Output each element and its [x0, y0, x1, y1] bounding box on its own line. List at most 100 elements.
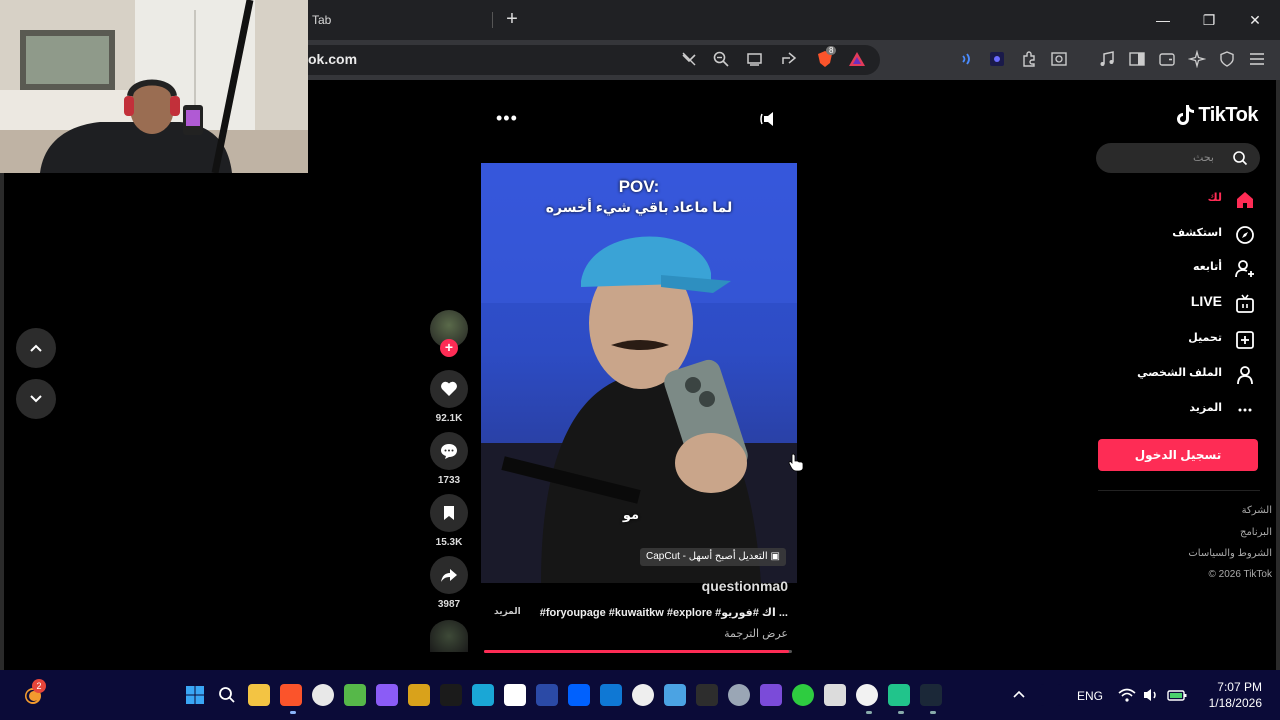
upwork-icon[interactable] — [792, 684, 814, 706]
tab-search-icon[interactable] — [1048, 48, 1070, 70]
video-progress-fill — [484, 650, 789, 653]
system-clock[interactable]: 7:07 PM 1/18/2026 — [1196, 679, 1262, 711]
snipping-tool-icon[interactable] — [824, 684, 846, 706]
running-app-indicator — [898, 711, 904, 714]
video-in-text: مو — [622, 507, 640, 522]
nav-explore[interactable]: استكشف — [1100, 220, 1260, 250]
file-explorer-icon[interactable] — [248, 684, 270, 706]
tray-overflow-chevron-icon[interactable] — [1008, 684, 1030, 706]
save-count: 15.3K — [435, 537, 463, 548]
more-icon — [1238, 408, 1252, 412]
clock-time: 7:07 PM — [1217, 680, 1262, 694]
save-button[interactable] — [430, 494, 468, 532]
language-indicator[interactable]: ENG — [1077, 689, 1103, 703]
nav-explore-label: استكشف — [1172, 227, 1222, 239]
previous-video-button[interactable] — [16, 328, 56, 368]
leo-ai-icon[interactable] — [1186, 48, 1208, 70]
video-progress-bar[interactable] — [484, 650, 792, 653]
search-icon[interactable] — [1232, 150, 1248, 166]
maximize-button[interactable]: ❐ — [1194, 8, 1224, 32]
vpn-shield-icon[interactable] — [1216, 48, 1238, 70]
new-tab-button[interactable]: + — [502, 8, 522, 32]
photos-icon[interactable] — [664, 684, 686, 706]
battery-icon[interactable] — [1166, 684, 1188, 706]
app-green-icon[interactable] — [344, 684, 366, 706]
footer-program-link[interactable]: البرنامج — [1240, 527, 1272, 538]
bitwarden-icon[interactable] — [536, 684, 558, 706]
follow-button[interactable]: + — [440, 339, 458, 357]
wallet-icon[interactable] — [1156, 48, 1178, 70]
like-button[interactable] — [430, 370, 468, 408]
comment-count: 1733 — [437, 475, 461, 486]
capcut-label[interactable]: CapCut - التعديل أصبح أسهل ▣ — [640, 548, 786, 566]
menu-hamburger-icon[interactable] — [1246, 48, 1268, 70]
outlook-icon[interactable] — [600, 684, 622, 706]
sound-icon[interactable] — [760, 108, 782, 130]
nav-following[interactable]: أتابعه — [1100, 254, 1260, 284]
volume-icon[interactable] — [1140, 684, 1162, 706]
gamepad-icon[interactable] — [376, 684, 398, 706]
search-input[interactable]: بحث — [1096, 143, 1260, 173]
tray-app-icon[interactable] — [1040, 684, 1062, 706]
webcam-overlay — [0, 0, 308, 173]
settings-gear-app-icon[interactable] — [632, 684, 654, 706]
cast-icon[interactable] — [744, 48, 766, 70]
video-player[interactable]: POV: لما ماعاد باقي شيء أخسره مو — [481, 163, 797, 583]
footer-terms-link[interactable]: الشروط والسياسات — [1188, 548, 1272, 559]
obs-icon[interactable] — [312, 684, 334, 706]
next-creator-avatar[interactable] — [430, 620, 468, 652]
viewport-border-right — [1276, 80, 1280, 670]
dropbox-icon[interactable] — [568, 684, 590, 706]
next-video-button[interactable] — [16, 379, 56, 419]
browser-tab[interactable]: Tab — [300, 6, 492, 36]
login-button[interactable]: تسجيل الدخول — [1098, 439, 1258, 471]
capcut-text: CapCut - التعديل أصبح أسهل — [646, 551, 768, 562]
share-icon[interactable] — [778, 48, 800, 70]
wifi-icon[interactable] — [1116, 684, 1138, 706]
author-username[interactable]: questionma0 — [600, 578, 788, 594]
nav-upload[interactable]: تحميل — [1100, 325, 1260, 355]
nav-live[interactable]: LIVE — [1100, 289, 1260, 319]
share-video-button[interactable] — [430, 556, 468, 594]
app-teal-icon[interactable] — [888, 684, 910, 706]
discord-icon[interactable] — [760, 684, 782, 706]
user-plus-icon — [1235, 260, 1254, 278]
comment-icon — [441, 444, 457, 459]
sidebar-toggle-icon[interactable] — [1126, 48, 1148, 70]
webcam-image — [0, 0, 308, 173]
brave-browser-icon[interactable] — [280, 684, 302, 706]
caption-more-link[interactable]: المزيد — [494, 606, 521, 617]
comment-button[interactable] — [430, 432, 468, 470]
settings-icon[interactable] — [728, 684, 750, 706]
compass-icon — [1236, 226, 1254, 244]
zoom-icon[interactable] — [710, 48, 732, 70]
audio-wave-icon[interactable] — [956, 48, 978, 70]
bookmark-icon — [444, 506, 454, 520]
steam-icon[interactable] — [920, 684, 942, 706]
terminal-dark-icon[interactable] — [440, 684, 462, 706]
nav-profile[interactable]: الملف الشخصي — [1100, 360, 1260, 390]
tiktok-logo[interactable]: TikTok — [1158, 102, 1258, 128]
close-window-button[interactable]: ✕ — [1240, 8, 1270, 32]
taskbar-search-icon[interactable] — [216, 684, 238, 706]
app-yellow-icon[interactable] — [408, 684, 430, 706]
minimize-button[interactable]: — — [1148, 8, 1178, 32]
brave-rewards-icon[interactable] — [846, 48, 868, 70]
heart-icon — [441, 381, 457, 396]
reader-off-icon[interactable] — [678, 48, 700, 70]
media-music-icon[interactable] — [1096, 48, 1118, 70]
footer-copyright: © 2026 TikTok — [1208, 569, 1272, 580]
extensions-puzzle-icon[interactable] — [1018, 48, 1040, 70]
extension-dark-icon[interactable] — [986, 48, 1008, 70]
see-translation-link[interactable]: عرض الترجمة — [620, 627, 788, 640]
terminal-icon[interactable] — [696, 684, 718, 706]
nav-for-you[interactable]: لك — [1100, 185, 1260, 215]
upload-icon — [1236, 331, 1254, 349]
video-more-options[interactable]: ••• — [496, 108, 518, 129]
start-windows-icon[interactable] — [184, 684, 206, 706]
footer-company-link[interactable]: الشركة — [1242, 505, 1272, 516]
nav-more[interactable]: المزيد — [1100, 395, 1260, 425]
obs-studio-icon[interactable] — [856, 684, 878, 706]
capcut-app-icon[interactable] — [472, 684, 494, 706]
app-grid-icon[interactable] — [504, 684, 526, 706]
